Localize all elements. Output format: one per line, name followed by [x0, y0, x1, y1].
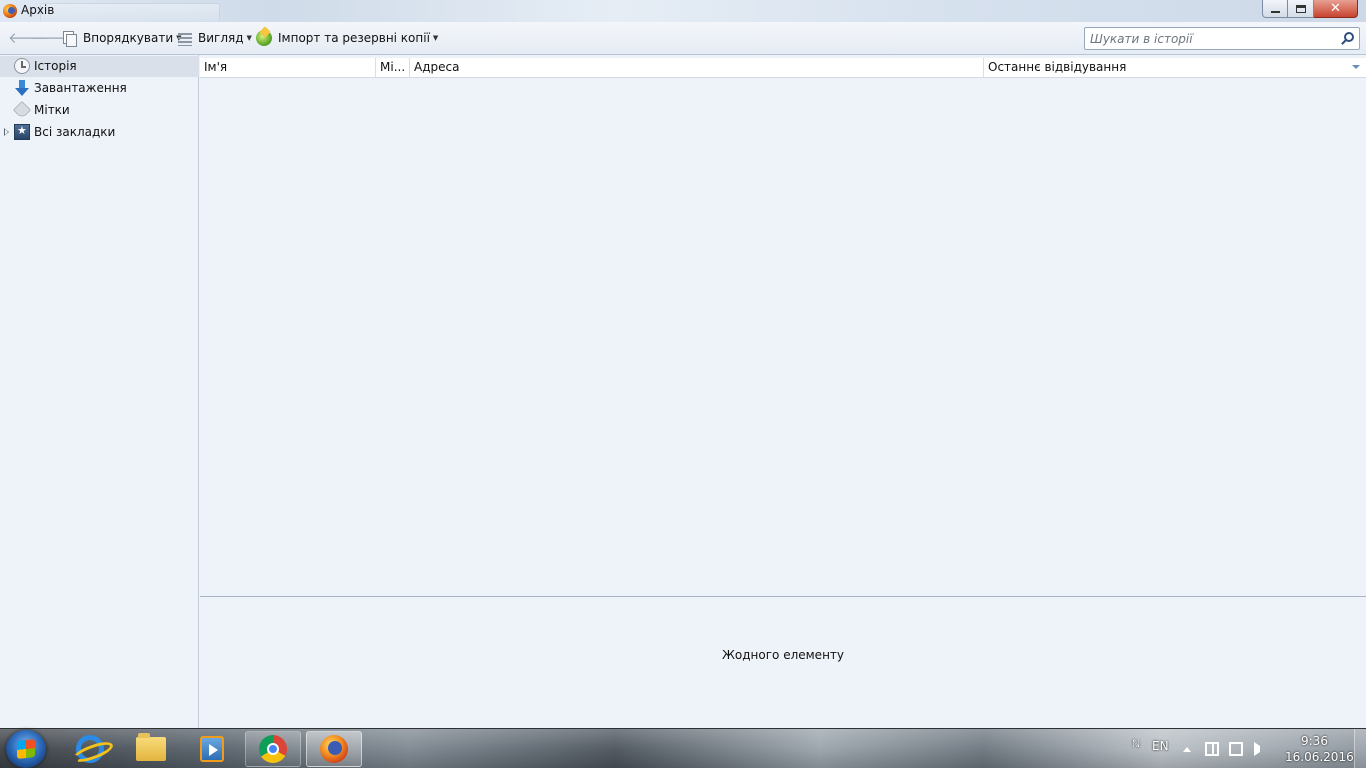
media-player-icon — [200, 736, 224, 762]
column-tags[interactable]: Мі... — [376, 58, 410, 78]
import-backup-icon — [256, 30, 272, 46]
chrome-icon — [259, 735, 287, 763]
folder-icon — [136, 733, 166, 761]
window-title: Архів — [21, 3, 55, 17]
download-icon — [14, 80, 30, 96]
sidebar-item-all-bookmarks[interactable]: Всі закладки — [0, 122, 199, 143]
history-search-box[interactable] — [1084, 27, 1360, 50]
network-icon[interactable] — [1229, 742, 1243, 756]
ime-indicator-icon[interactable]: ℕ — [1132, 739, 1140, 750]
organize-menu-button[interactable]: Впорядкувати ▼ — [61, 29, 182, 47]
sort-descending-icon — [1352, 65, 1360, 69]
tag-icon — [12, 100, 32, 120]
search-icon[interactable] — [1344, 32, 1354, 42]
dropdown-arrow-icon: ▼ — [432, 34, 439, 42]
taskbar-file-explorer[interactable] — [123, 731, 179, 767]
clock-time[interactable]: 9:36 — [1301, 734, 1328, 748]
column-last-visited[interactable]: Останнє відвідування — [984, 58, 1366, 78]
start-button[interactable] — [6, 730, 46, 768]
close-button[interactable]: ✕ — [1314, 0, 1358, 18]
view-label: Вигляд — [198, 31, 244, 45]
taskbar-firefox[interactable] — [306, 731, 362, 767]
details-pane: Жодного елементу — [200, 597, 1366, 728]
system-tray: ℕ EN 9:36 16.06.2016 — [1120, 729, 1366, 768]
dropdown-arrow-icon: ▼ — [246, 34, 252, 42]
organize-label: Впорядкувати — [83, 31, 174, 45]
library-sidebar: Історія Завантаження Мітки Всі закладки — [0, 55, 199, 728]
sidebar-item-tags[interactable]: Мітки — [0, 100, 199, 121]
window-controls: ✕ — [1262, 0, 1358, 18]
minimize-button[interactable] — [1262, 0, 1288, 18]
history-list[interactable]: Ім'я Мі... Адреса Останнє відвідування — [200, 55, 1366, 596]
forward-button[interactable]: 🡒 — [31, 30, 71, 46]
firefox-icon — [3, 4, 17, 18]
maximize-button[interactable] — [1288, 0, 1314, 18]
internet-explorer-icon — [76, 735, 104, 763]
toolbar: 🡐 🡒 Впорядкувати ▼ Вигляд ▼ Імпорт та ре… — [0, 22, 1366, 55]
restore-icon — [1295, 4, 1306, 13]
view-list-icon — [178, 32, 192, 46]
taskbar-chrome[interactable] — [245, 731, 301, 767]
column-header: Ім'я Мі... Адреса Останнє відвідування — [200, 58, 1366, 78]
sidebar-item-label: Історія — [34, 59, 77, 73]
organize-icon — [61, 30, 77, 47]
back-button[interactable]: 🡐 — [8, 30, 48, 46]
background-window-tab — [40, 3, 220, 21]
history-search-input[interactable] — [1085, 28, 1325, 49]
language-indicator[interactable]: EN — [1152, 739, 1169, 753]
clock-icon — [14, 58, 30, 74]
clock-date[interactable]: 16.06.2016 — [1285, 750, 1354, 764]
action-center-flag-icon[interactable] — [1205, 742, 1219, 756]
show-hidden-icons-icon[interactable] — [1183, 747, 1191, 752]
taskbar: ℕ EN 9:36 16.06.2016 — [0, 728, 1366, 768]
column-last-visited-label: Останнє відвідування — [988, 60, 1127, 74]
taskbar-media-player[interactable] — [184, 731, 240, 767]
sidebar-item-label: Завантаження — [34, 81, 127, 95]
minimize-icon — [1270, 10, 1280, 13]
view-menu-button[interactable]: Вигляд ▼ — [178, 29, 252, 47]
firefox-icon — [320, 735, 348, 763]
expand-twisty-icon[interactable] — [4, 128, 9, 136]
show-desktop-button[interactable] — [1354, 729, 1366, 768]
import-label: Імпорт та резервні копії — [278, 31, 430, 45]
sidebar-item-label: Мітки — [34, 103, 70, 117]
sidebar-item-history[interactable]: Історія — [0, 56, 199, 77]
sidebar-item-downloads[interactable]: Завантаження — [0, 78, 199, 99]
taskbar-internet-explorer[interactable] — [62, 731, 118, 767]
volume-icon[interactable] — [1254, 742, 1264, 756]
title-bar: Архів ✕ — [0, 0, 1366, 22]
sidebar-item-label: Всі закладки — [34, 125, 116, 139]
bookmarks-star-icon — [14, 124, 30, 140]
column-name[interactable]: Ім'я — [200, 58, 376, 78]
import-backup-menu-button[interactable]: Імпорт та резервні копії ▼ — [256, 29, 438, 47]
column-address[interactable]: Адреса — [410, 58, 984, 78]
close-icon: ✕ — [1330, 1, 1341, 16]
empty-selection-message: Жодного елементу — [721, 648, 845, 662]
